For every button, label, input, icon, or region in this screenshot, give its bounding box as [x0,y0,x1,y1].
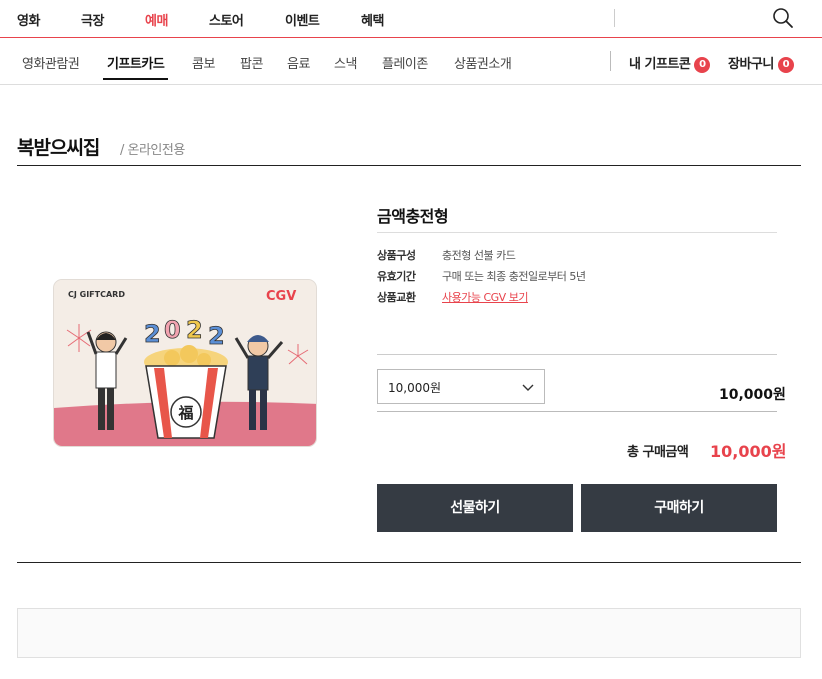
sub-nav: 영화관람권 기프트카드 콤보 팝콘 음료 스낵 플레이존 상품권소개 내 기프트… [0,38,822,85]
product-divider [377,354,777,355]
available-cgv-link[interactable]: 사용가능 CGV 보기 [442,289,528,305]
product-divider [377,232,777,233]
year-digit: 0 [164,316,181,344]
total-label: 총 구매금액 [627,445,689,460]
svg-text:福: 福 [177,404,193,422]
giftcard-image: 福 2 0 2 2 CJ GIFTCARD CGV [53,279,317,447]
giftcon-count-badge: 0 [694,57,711,73]
page-title: 복받으씨집 [17,137,100,159]
subnav-drink[interactable]: 음료 [287,53,310,72]
search-icon[interactable] [772,7,794,29]
info-value-validity: 구매 또는 최종 충전일로부터 5년 [442,270,586,283]
product-title: 금액충전형 [377,207,449,226]
chevron-down-icon [522,384,534,391]
giftcard-illustration: 福 2 0 2 2 CJ GIFTCARD CGV [54,280,316,446]
subnav-popcorn[interactable]: 팝콘 [240,53,263,72]
cart-count-badge: 0 [777,57,794,73]
nav-booking[interactable]: 예매 [145,10,168,29]
page-subtitle: / 온라인전용 [120,143,185,158]
subnav-combo[interactable]: 콤보 [192,53,215,72]
nav-event[interactable]: 이벤트 [285,10,320,29]
detail-box [17,608,801,658]
info-label-validity: 유효기간 [377,270,416,283]
top-nav: 영화 극장 예매 스토어 이벤트 혜택 [0,0,822,38]
subnav-snack[interactable]: 스낵 [334,53,357,72]
total-value: 10,000원 [710,442,787,461]
year-digit: 2 [186,316,203,344]
info-label-exchange: 상품교환 [377,291,416,304]
amount-select[interactable]: 10,000원 [377,369,545,404]
nav-divider [614,9,615,27]
gift-button[interactable]: 선물하기 [377,484,573,532]
buy-button[interactable]: 구매하기 [581,484,777,532]
year-digit: 2 [144,320,161,348]
cgv-logo: CGV [266,289,296,304]
subnav-playzone[interactable]: 플레이존 [382,53,428,72]
cart-link[interactable]: 장바구니 0 [728,53,794,73]
nav-movie[interactable]: 영화 [17,10,40,29]
subnav-movie-ticket[interactable]: 영화관람권 [22,53,80,72]
subnav-divider [610,51,611,71]
nav-theater[interactable]: 극장 [81,10,104,29]
subnav-voucher-info[interactable]: 상품권소개 [454,53,512,72]
nav-benefit[interactable]: 혜택 [361,10,384,29]
line-price: 10,000원 [719,387,786,403]
amount-select-value: 10,000원 [388,381,442,395]
title-divider [17,165,801,166]
my-giftcon-link[interactable]: 내 기프트콘 0 [629,53,711,73]
product-divider [377,411,777,412]
nav-store[interactable]: 스토어 [209,10,244,29]
subnav-giftcard[interactable]: 기프트카드 [103,53,169,80]
cart-label: 장바구니 [728,57,774,72]
my-giftcon-label: 내 기프트콘 [629,57,691,72]
section-divider [17,562,801,563]
card-brand-label: CJ GIFTCARD [68,290,125,299]
info-label-composition: 상품구성 [377,249,416,262]
popcorn-bucket: 福 [144,345,228,439]
info-value-composition: 충전형 선불 카드 [442,249,516,262]
year-digit: 2 [208,322,225,350]
